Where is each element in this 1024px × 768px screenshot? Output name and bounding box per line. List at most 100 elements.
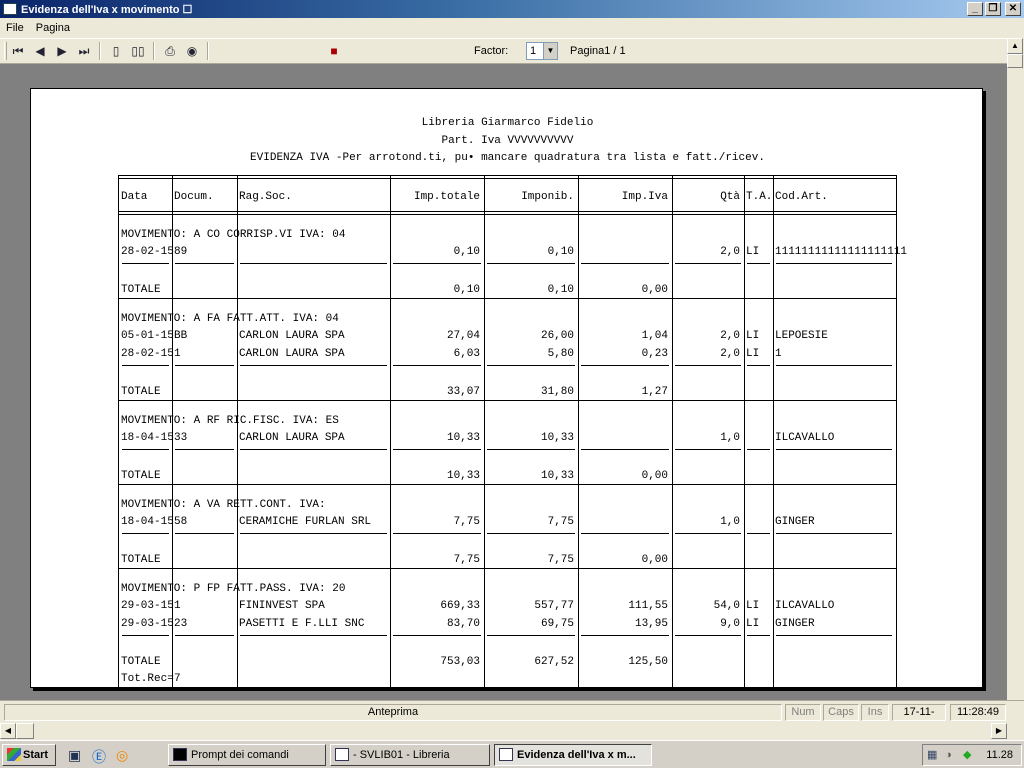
factor-select[interactable]: 1 ▼ [526, 42, 558, 60]
cell-underline [175, 635, 234, 636]
cell-underline [393, 263, 481, 264]
cell-underline [175, 449, 234, 450]
total-cell: TOTALE [121, 656, 161, 668]
cell-underline [487, 635, 575, 636]
start-label: Start [23, 749, 49, 761]
table-cell: 11111111111111111111 [775, 246, 908, 258]
window-title: Evidenza dell'Iva x movimento ☐ [21, 3, 193, 16]
total-cell: 7,75 [547, 554, 574, 566]
minimize-button[interactable]: _ [967, 2, 983, 16]
taskbar-item-evidenza[interactable]: Evidenza dell'Iva x m... [494, 744, 652, 766]
total-cell: TOTALE [121, 554, 161, 566]
security-icon[interactable]: ◆ [963, 745, 971, 765]
table-cell: 28-02-15 [121, 348, 174, 360]
app-icon [3, 3, 17, 15]
cell-underline [581, 635, 669, 636]
cell-underline [776, 533, 892, 534]
table-cell: 27,04 [446, 330, 480, 342]
next-page-icon[interactable]: ▶ [51, 41, 73, 61]
table-cell: CARLON LAURA SPA [239, 432, 345, 444]
first-page-icon[interactable]: ⏮ [7, 41, 29, 61]
table-cell: 1 [775, 348, 782, 360]
vertical-scrollbar[interactable]: ▲ ▼ [1007, 38, 1024, 722]
column-header: Imp.totale [413, 191, 480, 203]
column-header: Rag.Soc. [239, 191, 292, 203]
previous-page-icon[interactable]: ◀ [29, 41, 51, 61]
table-cell: ILCAVALLO [775, 600, 835, 612]
table-cell: 6,03 [453, 348, 480, 360]
horizontal-scrollbar[interactable]: ◀ ▶ [0, 722, 1024, 740]
status-main: Anteprima [4, 704, 782, 721]
totrec-value: 7 [174, 673, 181, 685]
cell-underline [122, 635, 169, 636]
print-icon[interactable]: ⎙ [159, 41, 181, 61]
cell-underline [776, 449, 892, 450]
total-cell: 31,80 [540, 386, 574, 398]
exit-door-icon[interactable]: ■ [323, 41, 345, 61]
header-bottom-rule [118, 211, 896, 212]
cell-underline [240, 263, 387, 264]
scroll-thumb[interactable] [1007, 54, 1023, 68]
restore-button[interactable]: ❐ [985, 2, 1001, 16]
export-icon[interactable]: ◉ [181, 41, 203, 61]
cell-underline [776, 635, 892, 636]
table-cell: 1,0 [720, 432, 740, 444]
status-bar: Anteprima Num Caps Ins 17-11-2015 11:28:… [0, 700, 1024, 733]
taskbar-item-label: Prompt dei comandi [191, 749, 289, 761]
table-cell: 54,0 [713, 600, 740, 612]
table-cell: LI [746, 618, 760, 630]
menu-file[interactable]: File [6, 22, 24, 34]
close-button[interactable]: ✕ [1005, 2, 1021, 16]
table-cell: 28-02-15 [121, 246, 174, 258]
table-cell: 557,77 [534, 600, 574, 612]
status-time: 11:28:49 [950, 704, 1006, 721]
scroll-up-icon[interactable]: ▲ [1007, 38, 1023, 54]
table-cell: 18-04-15 [121, 432, 174, 444]
menu-pagina[interactable]: Pagina [36, 22, 70, 34]
report-header-line: Part. Iva VVVVVVVVVV [441, 135, 574, 147]
cell-underline [487, 449, 575, 450]
single-page-icon[interactable]: ▯ [105, 41, 127, 61]
header-bottom-rule [118, 214, 896, 215]
taskbar-item-prompt[interactable]: Prompt dei comandi [168, 744, 326, 766]
last-page-icon[interactable]: ⏭ [73, 41, 95, 61]
table-cell: GINGER [775, 516, 815, 528]
table-cell: 69,75 [540, 618, 574, 630]
group-title: MOVIMENTO: A RF RIC.FISC. IVA: ES [121, 415, 339, 427]
media-player-icon[interactable]: ◎ [116, 747, 128, 764]
start-button[interactable]: Start [2, 744, 56, 766]
volume-icon[interactable]: ◑ [945, 745, 952, 765]
table-cell: 7,75 [547, 516, 574, 528]
scroll-thumb-horizontal[interactable] [16, 723, 34, 739]
title-bar: Evidenza dell'Iva x movimento ☐ _ ❐ ✕ [0, 0, 1024, 18]
cell-underline [581, 365, 669, 366]
cell-underline [393, 449, 481, 450]
cell-underline [240, 449, 387, 450]
table-cell: 1 [174, 348, 181, 360]
scroll-right-icon[interactable]: ▶ [991, 723, 1007, 739]
internet-explorer-icon[interactable]: Ⓔ [92, 747, 106, 767]
table-cell: 0,10 [547, 246, 574, 258]
two-pages-icon[interactable]: ▯▯ [127, 41, 149, 61]
table-cell: 58 [174, 516, 188, 528]
cell-underline [122, 365, 169, 366]
network-icon[interactable]: ▦ [927, 745, 937, 765]
total-cell: 10,33 [446, 470, 480, 482]
table-cell: 1,0 [720, 516, 740, 528]
table-cell: 2,0 [720, 246, 740, 258]
chevron-down-icon[interactable]: ▼ [543, 43, 557, 59]
preview-area[interactable]: Libreria Giarmarco Fidelio Part. Iva VVVV… [0, 64, 1007, 700]
total-cell: 7,75 [453, 554, 480, 566]
show-desktop-icon[interactable]: ▣ [68, 747, 81, 764]
table-cell: 33 [174, 432, 188, 444]
status-date: 17-11-2015 [892, 704, 946, 733]
scroll-left-icon[interactable]: ◀ [0, 723, 16, 739]
window-icon [335, 748, 349, 761]
table-cell: PASETTI E F.LLI SNC [239, 618, 365, 630]
taskbar-item-label: Evidenza dell'Iva x m... [517, 749, 636, 761]
column-divider [744, 175, 745, 687]
cell-underline [747, 533, 770, 534]
total-cell: TOTALE [121, 386, 161, 398]
taskbar-item-svlib[interactable]: - SVLIB01 - Libreria [330, 744, 490, 766]
cell-underline [747, 635, 770, 636]
